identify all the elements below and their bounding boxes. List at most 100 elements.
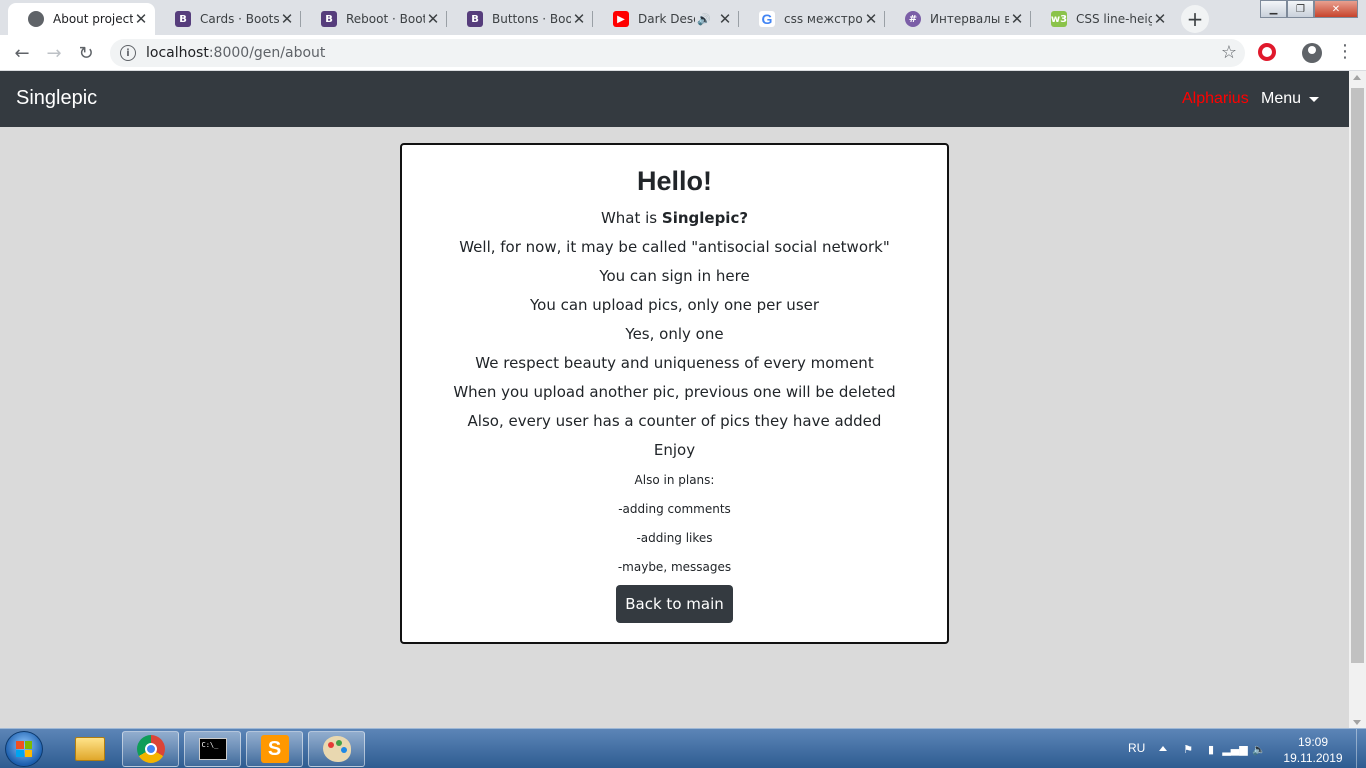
page-title: Hello! — [636, 166, 712, 196]
plans-heading: Also in plans: — [634, 473, 715, 487]
close-icon[interactable]: ✕ — [1152, 10, 1168, 28]
back-arrow-icon[interactable]: ← — [8, 39, 36, 67]
close-icon[interactable]: ✕ — [717, 10, 733, 28]
browser-toolbar: ← → ↻ i localhost:8000/gen/about ☆ ⋮ — [0, 35, 1366, 71]
tab-title: Dark Desert — [638, 12, 695, 26]
tab-css-intervals[interactable]: # Интервалы в CSS ✕ — [885, 3, 1031, 35]
forward-arrow-icon[interactable]: → — [40, 39, 68, 67]
tab-dark-desert[interactable]: ▶ Dark Desert 🔊 ✕ — [593, 3, 739, 35]
terminal-icon: C:\_ — [198, 738, 227, 760]
tab-title: css межстрочный — [784, 12, 863, 26]
close-icon[interactable]: ✕ — [425, 10, 441, 28]
tab-buttons-bootstrap[interactable]: B Buttons · Bootstrap ✕ — [447, 3, 593, 35]
kebab-menu-icon[interactable]: ⋮ — [1336, 41, 1354, 62]
scrollbar-thumb[interactable] — [1351, 88, 1364, 663]
scroll-up-icon[interactable] — [1353, 75, 1361, 80]
url-path: :8000/gen/about — [208, 45, 326, 61]
profile-icon[interactable] — [1302, 43, 1322, 63]
maximize-button[interactable]: ❐ — [1287, 0, 1314, 18]
about-line: Yes, only one — [625, 325, 724, 343]
close-icon[interactable]: ✕ — [133, 10, 149, 28]
taskbar-sublime[interactable]: S — [246, 731, 303, 767]
network-icon[interactable]: ▂▄▆ — [1222, 742, 1247, 756]
globe-icon — [28, 11, 44, 27]
intro-line: What is Singlepic? — [402, 208, 947, 228]
tab-title: CSS line-height — [1076, 12, 1152, 26]
plans-item: -adding comments — [618, 502, 731, 516]
taskbar-cmd[interactable]: C:\_ — [184, 731, 241, 767]
sublime-text-icon: S — [260, 735, 289, 763]
address-bar[interactable]: i localhost:8000/gen/about ☆ — [110, 39, 1245, 67]
clock-date: 19.11.2019 — [1283, 751, 1343, 765]
tab-strip: About project ✕ B Cards · Bootstrap ✕ B … — [0, 0, 1366, 35]
intro-brand: Singlepic? — [661, 209, 749, 227]
bookmark-star-icon[interactable]: ☆ — [1221, 42, 1237, 63]
url-host: localhost — [146, 45, 209, 61]
speaker-icon[interactable]: 🔊 — [697, 13, 711, 26]
taskbar-clock[interactable]: 19:09 19.11.2019 — [1280, 734, 1346, 766]
window-controls: ▁ ❐ ✕ — [1260, 0, 1358, 18]
tab-title: Buttons · Bootstrap — [492, 12, 571, 26]
volume-icon[interactable]: 🔈 — [1252, 742, 1266, 756]
navbar-menu-dropdown[interactable]: Menu — [1261, 90, 1320, 108]
close-icon[interactable]: ✕ — [863, 10, 879, 28]
start-button[interactable] — [5, 731, 43, 767]
folder-icon — [74, 737, 105, 761]
taskbar-chrome[interactable] — [122, 731, 179, 767]
windows-taskbar: C:\_ S RU ⚑ ▮ ▂▄▆ 🔈 19:09 19.11.2019 — [0, 728, 1366, 768]
language-indicator[interactable]: RU — [1128, 741, 1145, 755]
page-scrollbar[interactable] — [1349, 71, 1366, 729]
w3schools-icon: w3 — [1051, 11, 1067, 27]
google-icon: G — [759, 11, 775, 27]
windows-logo-icon — [16, 741, 32, 757]
tab-reboot-bootstrap[interactable]: B Reboot · Bootstrap ✕ — [301, 3, 447, 35]
bootstrap-icon: B — [467, 11, 483, 27]
about-line: You can upload pics, only one per user — [529, 296, 820, 314]
tab-css-line-height[interactable]: w3 CSS line-height ✕ — [1031, 3, 1174, 35]
close-icon[interactable]: ✕ — [1009, 10, 1025, 28]
close-icon[interactable]: ✕ — [279, 10, 295, 28]
navbar-brand[interactable]: Singlepic — [16, 87, 97, 110]
about-line: Well, for now, it may be called "antisoc… — [459, 238, 890, 256]
bootstrap-icon: B — [175, 11, 191, 27]
show-desktop-button[interactable] — [1356, 729, 1366, 768]
battery-icon[interactable]: ▮ — [1204, 742, 1218, 756]
taskbar-explorer[interactable] — [61, 731, 118, 767]
youtube-icon: ▶ — [613, 11, 629, 27]
site-navbar: Singlepic Alpharius Menu — [0, 71, 1349, 127]
about-line: Also, every user has a counter of pics t… — [467, 412, 882, 430]
tray-expand-icon[interactable] — [1159, 746, 1167, 751]
about-line: You can sign in here — [599, 267, 750, 285]
clock-time: 19:09 — [1297, 735, 1329, 749]
info-icon[interactable]: i — [120, 45, 136, 61]
close-icon[interactable]: ✕ — [571, 10, 587, 28]
tab-about-project[interactable]: About project ✕ — [8, 3, 155, 35]
minimize-button[interactable]: ▁ — [1260, 0, 1287, 18]
tab-title: Интервалы в CSS — [930, 12, 1009, 26]
about-line: Enjoy — [653, 441, 696, 459]
navbar-user-link[interactable]: Alpharius — [1182, 90, 1249, 108]
new-tab-button[interactable]: + — [1181, 5, 1209, 33]
about-line: When you upload another pic, previous on… — [453, 383, 896, 401]
tab-title: Cards · Bootstrap — [200, 12, 279, 26]
bootstrap-icon: B — [321, 11, 337, 27]
chrome-icon — [136, 735, 165, 763]
hash-icon: # — [905, 11, 921, 27]
scroll-down-icon[interactable] — [1353, 720, 1361, 725]
intro-prefix: What is — [600, 209, 662, 227]
reload-icon[interactable]: ↻ — [72, 39, 100, 67]
opera-extension-icon[interactable] — [1258, 43, 1276, 61]
about-card: Hello! What is Singlepic? Well, for now,… — [400, 143, 949, 644]
tab-cards-bootstrap[interactable]: B Cards · Bootstrap ✕ — [155, 3, 301, 35]
plans-item: -maybe, messages — [617, 560, 732, 574]
about-line: We respect beauty and uniqueness of ever… — [475, 354, 874, 372]
back-to-main-button[interactable]: Back to main — [616, 585, 733, 623]
plans-item: -adding likes — [636, 531, 713, 545]
tab-google-search[interactable]: G css межстрочный ✕ — [739, 3, 885, 35]
page-viewport: Singlepic Alpharius Menu Hello! What is … — [0, 71, 1349, 729]
taskbar-paint[interactable] — [308, 731, 365, 767]
close-window-button[interactable]: ✕ — [1314, 0, 1358, 18]
tab-title: Reboot · Bootstrap — [346, 12, 425, 26]
caret-down-icon — [1309, 96, 1320, 102]
flag-notification-icon[interactable]: ⚑ — [1181, 742, 1195, 756]
